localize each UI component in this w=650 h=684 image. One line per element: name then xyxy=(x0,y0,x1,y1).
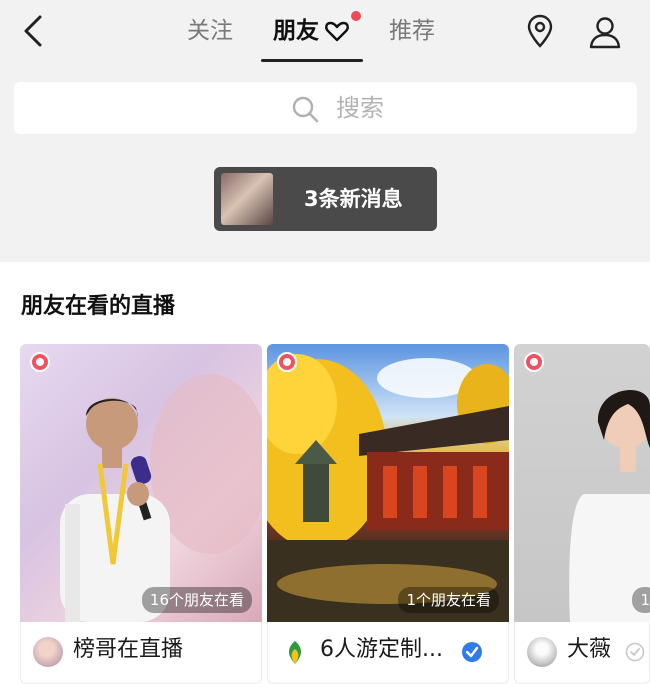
host-photo xyxy=(569,390,650,622)
search-placeholder: 搜索 xyxy=(336,94,384,122)
back-icon[interactable] xyxy=(18,13,50,49)
search-bar[interactable]: 搜索 xyxy=(14,82,637,134)
live-card[interactable]: 1 大薇 xyxy=(514,344,650,684)
live-card[interactable]: 16个朋友在看 榜哥在直播 xyxy=(20,344,262,684)
viewer-count: 1个朋友在看 xyxy=(398,587,499,613)
tab-recommend[interactable]: 推荐 xyxy=(389,16,435,46)
profile-icon[interactable] xyxy=(587,14,623,50)
notification-dot xyxy=(351,11,361,21)
card-footer: 榜哥在直播 xyxy=(20,622,262,684)
search-icon xyxy=(292,96,319,123)
card-footer: 6人游定制... xyxy=(267,622,509,684)
host-photo xyxy=(60,374,262,622)
active-tab-indicator xyxy=(261,59,363,62)
new-messages-button[interactable]: 3条新消息 xyxy=(214,167,437,231)
viewer-count: 1 xyxy=(632,587,650,613)
verified-icon xyxy=(462,642,482,662)
tab-follow[interactable]: 关注 xyxy=(187,16,233,46)
live-indicator-icon xyxy=(524,352,544,372)
channel-name: 6人游定制... xyxy=(320,637,443,662)
new-messages-label: 3条新消息 xyxy=(304,187,403,211)
temple-photo xyxy=(267,354,509,622)
avatar xyxy=(33,637,63,667)
live-card[interactable]: 1个朋友在看 6人游定制... xyxy=(267,344,509,684)
brand-logo-icon xyxy=(280,637,310,667)
verified-icon xyxy=(625,642,645,662)
card-footer: 大薇 xyxy=(514,622,650,684)
tab-friends[interactable]: 朋友 xyxy=(273,16,319,46)
friends-live-section: 朋友在看的直播 16个朋友在看 榜哥在直播 1个朋友在看 6人游定制... 1 … xyxy=(0,262,650,684)
avatar xyxy=(527,637,557,667)
channel-name: 大薇 xyxy=(567,637,612,662)
section-title: 朋友在看的直播 xyxy=(21,294,176,319)
live-thumbnail: 16个朋友在看 xyxy=(20,344,262,622)
heart-icon xyxy=(325,21,349,42)
message-thumbnail xyxy=(221,173,273,225)
channel-name: 榜哥在直播 xyxy=(73,637,184,662)
live-indicator-icon xyxy=(277,352,297,372)
location-icon[interactable] xyxy=(524,14,556,50)
live-indicator-icon xyxy=(30,352,50,372)
live-thumbnail: 1个朋友在看 xyxy=(267,344,509,622)
top-nav-bar: 关注 朋友 推荐 xyxy=(0,0,650,66)
viewer-count: 16个朋友在看 xyxy=(141,587,252,613)
live-thumbnail: 1 xyxy=(514,344,650,622)
